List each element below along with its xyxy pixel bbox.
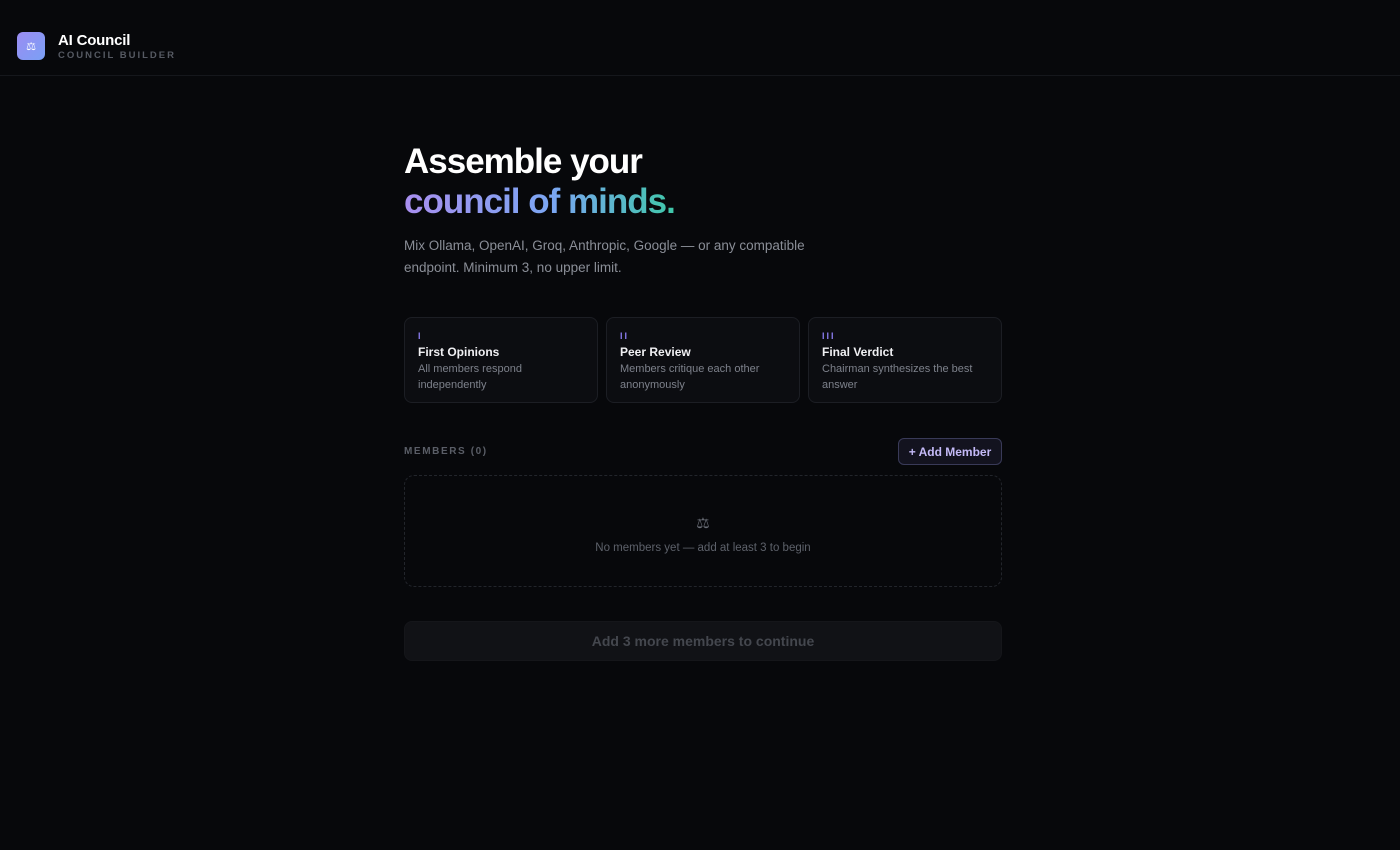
continue-button[interactable]: Add 3 more members to continue (404, 621, 1002, 661)
step-title: First Opinions (418, 345, 500, 359)
step-card-final-verdict: III Final Verdict Chairman synthesizes t… (808, 317, 1002, 403)
step-title: Final Verdict (822, 345, 894, 359)
step-title: Peer Review (620, 345, 691, 359)
hero-description: Mix Ollama, OpenAI, Groq, Anthropic, Goo… (404, 238, 805, 275)
step-numeral: I (418, 331, 423, 341)
app-subtitle: COUNCIL BUILDER (58, 50, 176, 61)
step-card-peer-review: II Peer Review Members critique each oth… (606, 317, 800, 403)
scales-icon: ⚖ (17, 32, 45, 60)
step-card-first-opinions: I First Opinions All members respond ind… (404, 317, 598, 403)
add-member-button[interactable]: + Add Member (898, 438, 1002, 465)
members-empty-state: ⚖ No members yet — add at least 3 to beg… (404, 475, 1002, 587)
top-bar: ⚖ AI Council COUNCIL BUILDER (0, 0, 1400, 76)
scales-icon: ⚖ (696, 515, 710, 532)
step-numeral: III (822, 331, 836, 341)
members-count-label: MEMBERS (0) (404, 446, 488, 457)
hero-title: Assemble your (404, 142, 643, 181)
empty-state-text: No members yet — add at least 3 to begin (595, 542, 811, 554)
step-description: Members critique each other anonymously (620, 363, 760, 391)
step-numeral: II (620, 331, 630, 341)
process-steps: I First Opinions All members respond ind… (404, 317, 1002, 403)
hero-title-accent: council of minds. (404, 182, 676, 221)
app-title: AI Council (58, 32, 131, 49)
step-description: All members respond independently (418, 363, 522, 391)
step-description: Chairman synthesizes the best answer (822, 363, 973, 391)
